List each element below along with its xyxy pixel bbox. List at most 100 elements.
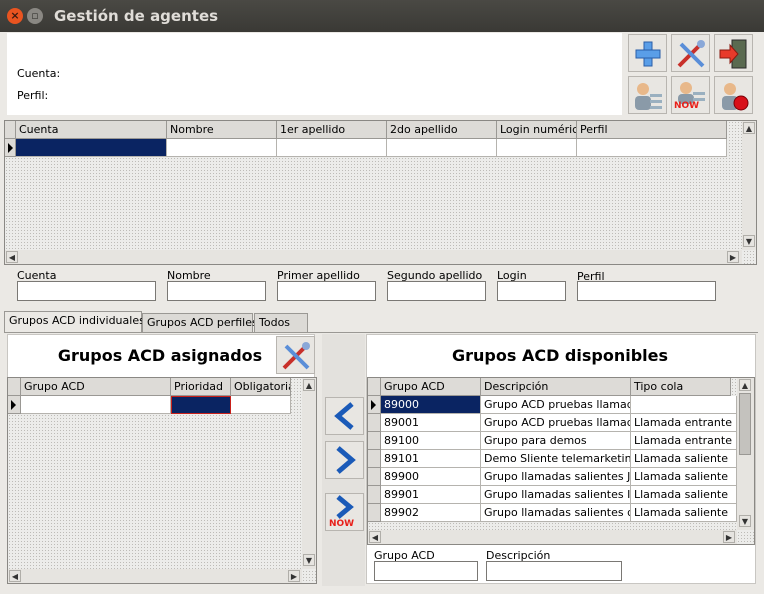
- filter-primer-apellido-input[interactable]: [277, 281, 376, 301]
- table-cell[interactable]: [497, 139, 577, 157]
- table-cell-selected[interactable]: [171, 396, 231, 414]
- table-cell[interactable]: 89001: [381, 414, 481, 432]
- filter-descripcion-input[interactable]: [486, 561, 622, 581]
- table-cell[interactable]: [387, 139, 497, 157]
- row-indicator: [368, 504, 381, 522]
- close-window-button[interactable]: ×: [7, 8, 23, 24]
- filter-nombre-input[interactable]: [167, 281, 266, 301]
- horizontal-scrollbar[interactable]: ◀ ▶: [368, 530, 737, 544]
- table-cell[interactable]: Llamada saliente: [631, 504, 737, 522]
- table-cell[interactable]: Grupo ACD pruebas llamada: [481, 414, 631, 432]
- scroll-down-icon[interactable]: ▼: [739, 515, 751, 527]
- col-cuenta[interactable]: Cuenta: [16, 121, 167, 139]
- row-header-corner: [5, 121, 16, 139]
- col-obligatoria[interactable]: Obligatoria: [231, 378, 291, 396]
- table-cell[interactable]: Grupo ACD pruebas llamada: [481, 396, 631, 414]
- col-grupo-acd[interactable]: Grupo ACD: [21, 378, 171, 396]
- agent-now-button[interactable]: NOW: [671, 76, 710, 114]
- table-cell[interactable]: Llamada saliente: [631, 486, 737, 504]
- row-header-corner: [8, 378, 21, 396]
- now-badge: NOW: [674, 101, 700, 111]
- scroll-right-icon[interactable]: ▶: [723, 531, 735, 543]
- perfil-label: Perfil:: [17, 89, 49, 102]
- scrollbar-thumb[interactable]: [739, 393, 751, 455]
- col-nombre[interactable]: Nombre: [167, 121, 277, 139]
- col-1er-apellido[interactable]: 1er apellido: [277, 121, 387, 139]
- move-right-button[interactable]: [325, 441, 364, 479]
- tab-todos[interactable]: Todos: [254, 313, 308, 332]
- table-cell[interactable]: 89901: [381, 486, 481, 504]
- scroll-right-icon[interactable]: ▶: [288, 570, 300, 582]
- vertical-scrollbar[interactable]: ▲ ▼: [742, 121, 756, 250]
- horizontal-scrollbar[interactable]: ◀ ▶: [5, 250, 742, 264]
- table-cell[interactable]: 89101: [381, 450, 481, 468]
- maximize-window-button[interactable]: ▫: [27, 8, 43, 24]
- scroll-down-icon[interactable]: ▼: [743, 235, 755, 247]
- col-login[interactable]: Login numéric: [497, 121, 577, 139]
- col-grupo-acd[interactable]: Grupo ACD: [381, 378, 481, 396]
- col-tipo-cola[interactable]: Tipo cola: [631, 378, 731, 396]
- agent-info-panel: Cuenta: Perfil:: [7, 33, 622, 115]
- table-cell[interactable]: Grupo para demos: [481, 432, 631, 450]
- arrow-right-icon: [336, 495, 354, 519]
- assigned-title: Grupos ACD asignados: [57, 346, 263, 365]
- assigned-tools-button[interactable]: [276, 336, 315, 374]
- scroll-up-icon[interactable]: ▲: [739, 379, 751, 391]
- agent-list-button[interactable]: [628, 76, 667, 114]
- exit-door-icon: [719, 39, 747, 69]
- move-right-now-button[interactable]: NOW: [325, 493, 364, 531]
- row-indicator: [368, 432, 381, 450]
- filter-cuenta-input[interactable]: [17, 281, 156, 301]
- scroll-left-icon[interactable]: ◀: [6, 251, 18, 263]
- col-2do-apellido[interactable]: 2do apellido: [387, 121, 497, 139]
- scroll-left-icon[interactable]: ◀: [369, 531, 381, 543]
- scroll-right-icon[interactable]: ▶: [727, 251, 739, 263]
- scroll-down-icon[interactable]: ▼: [303, 554, 315, 566]
- vertical-scrollbar[interactable]: ▲ ▼: [737, 378, 754, 530]
- filter-login-input[interactable]: [497, 281, 566, 301]
- col-descripcion[interactable]: Descripción: [481, 378, 631, 396]
- horizontal-scrollbar[interactable]: ◀ ▶: [8, 569, 302, 583]
- table-cell[interactable]: Llamada saliente: [631, 450, 737, 468]
- add-agent-button[interactable]: [628, 34, 667, 72]
- table-cell[interactable]: Llamada entrante: [631, 432, 737, 450]
- tab-grupos-acd-perfiles[interactable]: Grupos ACD perfiles: [142, 313, 258, 332]
- available-table[interactable]: Grupo ACD Descripción Tipo cola 89000 Gru…: [367, 377, 755, 545]
- table-cell[interactable]: Demo Sliente telemarketing: [481, 450, 631, 468]
- user-record-icon: [722, 83, 749, 111]
- move-left-button[interactable]: [325, 397, 364, 435]
- table-cell[interactable]: [21, 396, 171, 414]
- assigned-table[interactable]: Grupo ACD Prioridad Obligatoria ▲ ▼ ◀ ▶: [7, 377, 317, 584]
- filter-grupo-acd-input[interactable]: [374, 561, 478, 581]
- table-cell[interactable]: [277, 139, 387, 157]
- col-prioridad[interactable]: Prioridad: [171, 378, 231, 396]
- scroll-left-icon[interactable]: ◀: [9, 570, 21, 582]
- row-pointer-icon: [371, 400, 376, 410]
- table-cell[interactable]: 89902: [381, 504, 481, 522]
- exit-button[interactable]: [714, 34, 753, 72]
- filter-segundo-apellido-input[interactable]: [387, 281, 486, 301]
- table-cell[interactable]: 89000: [381, 396, 481, 414]
- agents-table[interactable]: Cuenta Nombre 1er apellido 2do apellido …: [4, 120, 757, 265]
- table-cell[interactable]: [631, 396, 737, 414]
- scroll-up-icon[interactable]: ▲: [303, 379, 315, 391]
- table-cell[interactable]: [231, 396, 291, 414]
- table-cell-selected[interactable]: [16, 139, 167, 157]
- table-cell[interactable]: Grupo llamadas salientes JA: [481, 468, 631, 486]
- filter-perfil-input[interactable]: [577, 281, 716, 301]
- scroll-up-icon[interactable]: ▲: [743, 122, 755, 134]
- edit-tools-button[interactable]: [671, 34, 710, 72]
- table-cell[interactable]: [577, 139, 727, 157]
- table-cell[interactable]: 89900: [381, 468, 481, 486]
- table-cell[interactable]: [167, 139, 277, 157]
- table-cell[interactable]: 89100: [381, 432, 481, 450]
- table-cell[interactable]: Llamada saliente: [631, 468, 737, 486]
- agent-record-button[interactable]: [714, 76, 753, 114]
- tab-grupos-acd-individuales[interactable]: Grupos ACD individuales: [4, 311, 145, 333]
- table-cell[interactable]: Llamada entrante: [631, 414, 737, 432]
- col-perfil[interactable]: Perfil: [577, 121, 727, 139]
- table-cell[interactable]: Grupo llamadas salientes Iv: [481, 486, 631, 504]
- vertical-scrollbar[interactable]: ▲ ▼: [302, 378, 316, 569]
- arrow-right-icon: [336, 446, 356, 474]
- table-cell[interactable]: Grupo llamadas salientes d: [481, 504, 631, 522]
